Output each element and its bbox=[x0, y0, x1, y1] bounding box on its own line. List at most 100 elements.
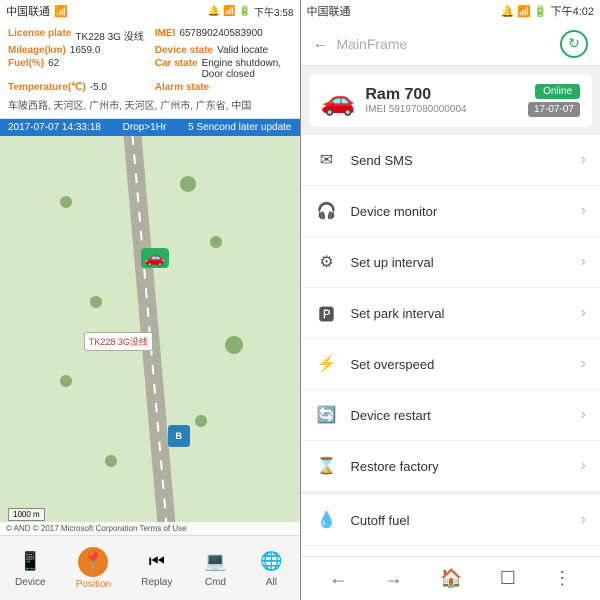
restore-factory-icon: ⌛ bbox=[315, 454, 339, 478]
tree-marker-4 bbox=[60, 375, 72, 387]
temp-row: Temperature(℃) -5.0 bbox=[8, 82, 145, 93]
status-badge: Online bbox=[535, 84, 580, 99]
set-interval-icon: ⚙ bbox=[315, 250, 339, 274]
all-icon: 🌐 bbox=[258, 549, 284, 575]
tree-marker-2 bbox=[210, 236, 222, 248]
send-sms-arrow: › bbox=[581, 151, 586, 169]
car-state-row: Car state Engine shutdown, Door closed bbox=[155, 58, 292, 80]
menu-item-park-interval[interactable]: 🅿 Set park interval › bbox=[301, 288, 600, 339]
menu-item-device-restart[interactable]: 🔄 Device restart › bbox=[301, 390, 600, 441]
back-button[interactable]: ← bbox=[313, 35, 329, 53]
device-restart-arrow: › bbox=[581, 406, 586, 424]
cutoff-fuel-arrow: › bbox=[581, 511, 586, 529]
menu-section-2: 💧 Cutoff fuel › 💧 Resume fuel › bbox=[301, 495, 600, 556]
park-interval-arrow: › bbox=[581, 304, 586, 322]
menu-item-resume-fuel[interactable]: 💧 Resume fuel › bbox=[301, 546, 600, 556]
info-grid: License plate TK228 3G 没线 IMEI 657890240… bbox=[8, 28, 292, 112]
set-interval-label: Set up interval bbox=[351, 255, 581, 270]
imei-row: IMEI 657890240583900 bbox=[155, 28, 292, 43]
forward-nav-button[interactable]: → bbox=[377, 564, 411, 593]
menu-item-device-monitor[interactable]: 🎧 Device monitor › bbox=[301, 186, 600, 237]
nav-cmd-label: Cmd bbox=[205, 577, 226, 588]
mileage-row: Mileage(km) 1659.0 bbox=[8, 45, 145, 56]
menu-item-overspeed[interactable]: ⚡ Set overspeed › bbox=[301, 339, 600, 390]
info-panel: License plate TK228 3G 没线 IMEI 657890240… bbox=[0, 22, 300, 119]
alarm-state-label: Alarm state bbox=[155, 82, 209, 93]
mileage-label: Mileage(km) bbox=[8, 45, 66, 56]
mileage-value: 1659.0 bbox=[70, 45, 101, 56]
menu-item-set-interval[interactable]: ⚙ Set up interval › bbox=[301, 237, 600, 288]
device-state-value: Valid locate bbox=[217, 45, 268, 56]
right-panel: 中国联通 🔔 📶 🔋 下午4:02 ← MainFrame ↻ 🚗 Ram 70… bbox=[301, 0, 600, 600]
menu-item-cutoff-fuel[interactable]: 💧 Cutoff fuel › bbox=[301, 495, 600, 546]
device-monitor-label: Device monitor bbox=[351, 204, 581, 219]
home-nav-button[interactable]: 🏠 bbox=[432, 564, 470, 593]
back-nav-button[interactable]: ← bbox=[321, 564, 355, 593]
map-area[interactable]: TK228 3G没线 B 1000 m © AND © 2017 Microso… bbox=[0, 136, 300, 535]
scale-bar: 1000 m bbox=[8, 508, 45, 521]
right-time: 下午4:02 bbox=[551, 3, 594, 19]
overspeed-label: Set overspeed bbox=[351, 357, 581, 372]
license-plate-label: License plate bbox=[8, 28, 71, 39]
restore-factory-arrow: › bbox=[581, 457, 586, 475]
map-timestamp-bar: 2017-07-07 14:33:18 Drop>1Hr 5 Sencond l… bbox=[0, 119, 300, 136]
right-carrier: 中国联通 bbox=[307, 6, 351, 18]
bottom-nav: 📱 Device 📍 Position ⏮ Replay 💻 Cmd 🌐 All bbox=[0, 535, 300, 600]
carrier-text: 中国联通 bbox=[6, 3, 50, 19]
menu-item-restore-factory[interactable]: ⌛ Restore factory › bbox=[301, 441, 600, 491]
fuel-row: Fuel(%) 62 bbox=[8, 58, 145, 80]
right-battery-icon: 🔋 bbox=[534, 5, 548, 18]
refresh-button[interactable]: ↻ bbox=[560, 30, 588, 58]
nav-replay-label: Replay bbox=[141, 577, 172, 588]
device-icon: 📱 bbox=[17, 549, 43, 575]
nav-all[interactable]: 🌐 All bbox=[250, 543, 292, 594]
left-panel: 中国联通 📶 🔔 📶 🔋 下午3:58 License plate TK228 … bbox=[0, 0, 300, 600]
left-status-right: 🔔 📶 🔋 下午3:58 bbox=[208, 4, 294, 19]
right-status-left: 中国联通 bbox=[307, 3, 351, 19]
time-display: 下午3:58 bbox=[254, 4, 293, 19]
restore-factory-label: Restore factory bbox=[351, 459, 581, 474]
send-sms-icon: ✉ bbox=[315, 148, 339, 172]
temp-label: Temperature(℃) bbox=[8, 82, 86, 93]
overspeed-icon: ⚡ bbox=[315, 352, 339, 376]
nav-replay[interactable]: ⏮ Replay bbox=[133, 543, 180, 594]
menu-item-send-sms[interactable]: ✉ Send SMS › bbox=[301, 135, 600, 186]
frame-title: MainFrame bbox=[337, 36, 553, 52]
more-nav-button[interactable]: ⋮ bbox=[545, 564, 579, 593]
right-top-bar: ← MainFrame ↻ bbox=[301, 22, 600, 66]
nav-cmd[interactable]: 💻 Cmd bbox=[194, 543, 236, 594]
cutoff-fuel-label: Cutoff fuel bbox=[351, 513, 581, 528]
set-interval-arrow: › bbox=[581, 253, 586, 271]
fuel-value: 62 bbox=[48, 58, 59, 69]
address-text: 车陂西路, 天河区, 广州市, 天河区, 广州市, 广东省, 中国 bbox=[8, 97, 292, 112]
nav-device[interactable]: 📱 Device bbox=[7, 543, 54, 594]
car-marker[interactable] bbox=[141, 248, 169, 268]
drop-info-text: Drop>1Hr bbox=[123, 122, 167, 133]
license-plate-value: TK228 3G 没线 bbox=[75, 28, 143, 43]
update-info-text: 5 Sencond later update bbox=[188, 122, 291, 133]
imei-value: 657890240583900 bbox=[179, 28, 262, 39]
vehicle-icon: 🚗 bbox=[321, 84, 356, 117]
temp-value: -5.0 bbox=[90, 82, 107, 93]
signal-icons: 📶 bbox=[54, 5, 68, 18]
window-nav-button[interactable]: ☐ bbox=[492, 564, 524, 593]
date-badge: 17-07-07 bbox=[528, 102, 580, 117]
device-label: TK228 3G没线 bbox=[84, 332, 153, 351]
attribution-text: © AND © 2017 Microsoft Corporation Terms… bbox=[6, 524, 187, 533]
device-restart-label: Device restart bbox=[351, 408, 581, 423]
tree-marker-3 bbox=[90, 296, 102, 308]
blue-marker: B bbox=[168, 425, 190, 447]
vehicle-card: 🚗 Ram 700 IMEI 59197080000004 Online 17-… bbox=[309, 74, 593, 127]
device-state-row: Device state Valid locate bbox=[155, 45, 292, 56]
left-status-left: 中国联通 📶 bbox=[6, 3, 68, 19]
send-sms-label: Send SMS bbox=[351, 153, 581, 168]
device-monitor-arrow: › bbox=[581, 202, 586, 220]
right-bottom-nav: ← → 🏠 ☐ ⋮ bbox=[301, 556, 600, 600]
device-state-label: Device state bbox=[155, 45, 213, 56]
device-monitor-icon: 🎧 bbox=[315, 199, 339, 223]
nav-position[interactable]: 📍 Position bbox=[68, 541, 120, 596]
position-icon: 📍 bbox=[78, 547, 108, 577]
menu-list: ✉ Send SMS › 🎧 Device monitor › ⚙ Set up… bbox=[301, 131, 600, 556]
tree-marker-8 bbox=[180, 176, 196, 192]
cmd-icon: 💻 bbox=[202, 549, 228, 575]
